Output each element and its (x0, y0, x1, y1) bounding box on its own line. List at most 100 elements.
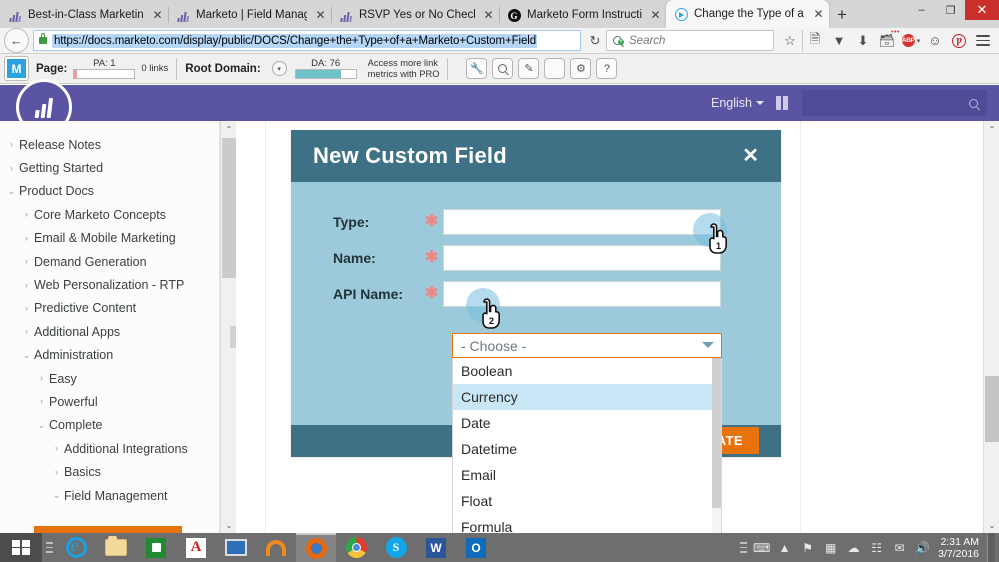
sidebar-item-release-notes[interactable]: › Release Notes (0, 133, 219, 156)
dropdown-option-list[interactable]: Boolean Currency Date Datetime Email Float For… (452, 358, 722, 533)
tab-close-icon[interactable]: ✕ (151, 8, 164, 22)
sync-icon[interactable]: ••• 🗃 (875, 29, 900, 52)
sidebar-item-core-marketo-concepts[interactable]: › Core Marketo Concepts (0, 203, 219, 226)
chevron-right-icon[interactable]: › (19, 303, 34, 313)
chevron-right-icon[interactable]: › (34, 397, 49, 406)
volume-icon[interactable]: 🔊 (911, 533, 934, 562)
type-field-placeholder[interactable] (443, 209, 721, 235)
help-icon[interactable]: ? (596, 58, 618, 79)
dropdown-option-date[interactable]: Date (453, 410, 721, 436)
tab-close-icon[interactable]: ✕ (314, 8, 327, 22)
antivirus-icon[interactable]: ✉ (888, 533, 911, 562)
download-icon[interactable]: ⬇ (851, 30, 875, 52)
tray-handle[interactable] (736, 533, 750, 562)
highlighter-icon[interactable]: ✎ (518, 58, 540, 79)
chevron-right-icon[interactable]: › (19, 327, 34, 336)
page-scrollbar[interactable]: ⌃ ⌄ (983, 121, 999, 533)
scroll-down-icon[interactable]: ⌄ (221, 517, 237, 533)
windows-icon[interactable]: ▦ (819, 533, 842, 562)
chevron-right-icon[interactable]: › (34, 374, 49, 383)
tab-close-icon[interactable]: ✕ (482, 8, 495, 22)
sidebar-scrollbar[interactable]: ⌃ ⌄ (220, 121, 236, 533)
scroll-down-icon[interactable]: ⌄ (984, 517, 999, 533)
pinterest-icon[interactable]: ƿ (947, 30, 971, 52)
taskbar-outlook[interactable]: O (456, 533, 496, 562)
chevron-right-icon[interactable]: › (4, 140, 19, 149)
dropdown-option-formula[interactable]: Formula (453, 514, 721, 533)
taskbar-clock[interactable]: 2:31 AM 3/7/2016 (934, 536, 987, 560)
start-button[interactable] (0, 533, 42, 562)
close-icon[interactable]: ✕ (742, 146, 759, 166)
address-bar[interactable]: https://docs.marketo.com/display/public/… (33, 30, 581, 51)
sidebar-item-easy[interactable]: › Easy (0, 367, 219, 390)
taskbar-chrome[interactable] (336, 533, 376, 562)
flag-icon[interactable]: ⚑ (796, 533, 819, 562)
star-icon[interactable]: ☆ (778, 30, 802, 52)
language-selector[interactable]: English (711, 96, 764, 110)
taskbar-word[interactable]: W (416, 533, 456, 562)
taskbar-windows-store[interactable] (136, 533, 176, 562)
sidebar-item-additional-integrations[interactable]: › Additional Integrations (0, 437, 219, 460)
taskbar-internet-explorer[interactable] (56, 533, 96, 562)
chevron-down-icon[interactable]: ⌄ (49, 491, 64, 500)
back-button[interactable]: ← (4, 28, 29, 53)
minimize-button[interactable]: – (907, 0, 936, 20)
name-input[interactable] (443, 245, 721, 271)
chevron-right-icon[interactable]: › (19, 257, 34, 266)
book-icon[interactable] (776, 96, 788, 110)
root-domain-dropdown-icon[interactable]: ▾ (271, 61, 287, 76)
sidebar-item-powerful[interactable]: › Powerful (0, 390, 219, 413)
browser-search-box[interactable]: + (606, 30, 774, 51)
scroll-up-icon[interactable]: ⌃ (221, 121, 237, 137)
show-desktop-button[interactable] (987, 533, 995, 562)
chevron-right-icon[interactable]: › (49, 444, 64, 453)
sidebar-item-web-personalization-rtp[interactable]: › Web Personalization - RTP (0, 273, 219, 296)
pocket-icon[interactable]: ▼ (827, 30, 851, 52)
sidebar-item-field-management[interactable]: ⌄ Field Management (0, 484, 219, 507)
adblock-icon[interactable]: ABP ▾ (899, 30, 923, 52)
page-scroll-thumb[interactable] (985, 376, 999, 442)
dropdown-option-boolean[interactable]: Boolean (453, 358, 721, 384)
chevron-down-icon[interactable]: ⌄ (19, 350, 34, 360)
sidebar-item-email-mobile-marketing[interactable]: › Email & Mobile Marketing (0, 227, 219, 250)
wrench-icon[interactable]: 🔧 (466, 58, 488, 79)
browser-tab-3[interactable]: RSVP Yes or No CheckBox... ✕ (331, 2, 499, 28)
new-tab-button[interactable]: + (829, 2, 855, 28)
dropdown-option-float[interactable]: Float (453, 488, 721, 514)
onedrive-icon[interactable]: ☁ (842, 533, 865, 562)
sidebar-item-demand-generation[interactable]: › Demand Generation (0, 250, 219, 273)
dropdown-option-datetime[interactable]: Datetime (453, 436, 721, 462)
taskbar-lenovo-companion[interactable] (216, 533, 256, 562)
chat-icon[interactable]: ☺ (923, 30, 947, 52)
taskbar-adobe-reader[interactable]: A (176, 533, 216, 562)
dropdown-option-email[interactable]: Email (453, 462, 721, 488)
tab-close-icon[interactable]: ✕ (812, 7, 825, 21)
sidebar-scroll-thumb[interactable] (222, 138, 236, 278)
magnifier-icon[interactable] (492, 58, 514, 79)
caret-down-icon[interactable] (702, 342, 714, 348)
reader-view-icon[interactable]: 🗎 (802, 29, 827, 52)
keyboard-icon[interactable]: ⌨ (750, 533, 773, 562)
sidebar-item-additional-apps[interactable]: › Additional Apps (0, 320, 219, 343)
network-icon[interactable]: ☷ (865, 533, 888, 562)
sidebar-item-getting-started[interactable]: › Getting Started (0, 156, 219, 179)
chevron-right-icon[interactable]: › (19, 210, 34, 219)
chevron-right-icon[interactable]: › (4, 163, 19, 173)
tab-close-icon[interactable]: ✕ (649, 8, 662, 22)
close-window-button[interactable]: ✕ (965, 0, 999, 20)
chevron-right-icon[interactable]: › (49, 467, 64, 477)
browser-tab-1[interactable]: Best-in-Class Marketing A... ✕ (0, 2, 168, 28)
page-icon[interactable] (544, 58, 566, 79)
taskbar-firefox[interactable] (296, 533, 336, 562)
menu-icon[interactable] (971, 30, 995, 52)
taskbar-file-explorer[interactable] (96, 533, 136, 562)
reload-icon[interactable]: ↻ (584, 33, 606, 49)
taskbar-handle[interactable] (42, 533, 56, 562)
browser-tab-4[interactable]: G Marketo Form Instruction... ✕ (499, 2, 666, 28)
chevron-right-icon[interactable]: › (19, 280, 34, 290)
maximize-restore-button[interactable]: ❐ (936, 0, 965, 20)
search-input[interactable] (627, 33, 773, 48)
moz-logo-icon[interactable]: M (5, 57, 28, 80)
browser-tab-2[interactable]: Marketo | Field Managem... ✕ (168, 2, 331, 28)
chevron-down-icon[interactable]: ⌄ (4, 186, 19, 196)
